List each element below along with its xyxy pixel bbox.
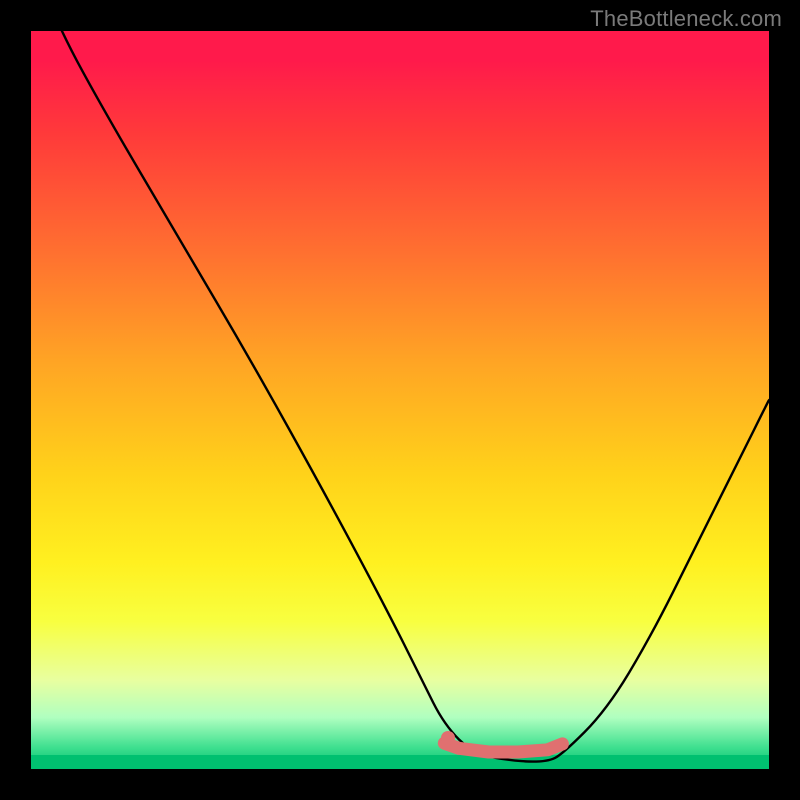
chart-frame: TheBottleneck.com bbox=[0, 0, 800, 800]
highlight-segment bbox=[444, 743, 562, 752]
highlight-dot bbox=[441, 731, 455, 745]
watermark-text: TheBottleneck.com bbox=[590, 6, 782, 32]
plot-area bbox=[31, 31, 769, 769]
chart-svg bbox=[31, 31, 769, 769]
curve-line bbox=[31, 31, 769, 762]
